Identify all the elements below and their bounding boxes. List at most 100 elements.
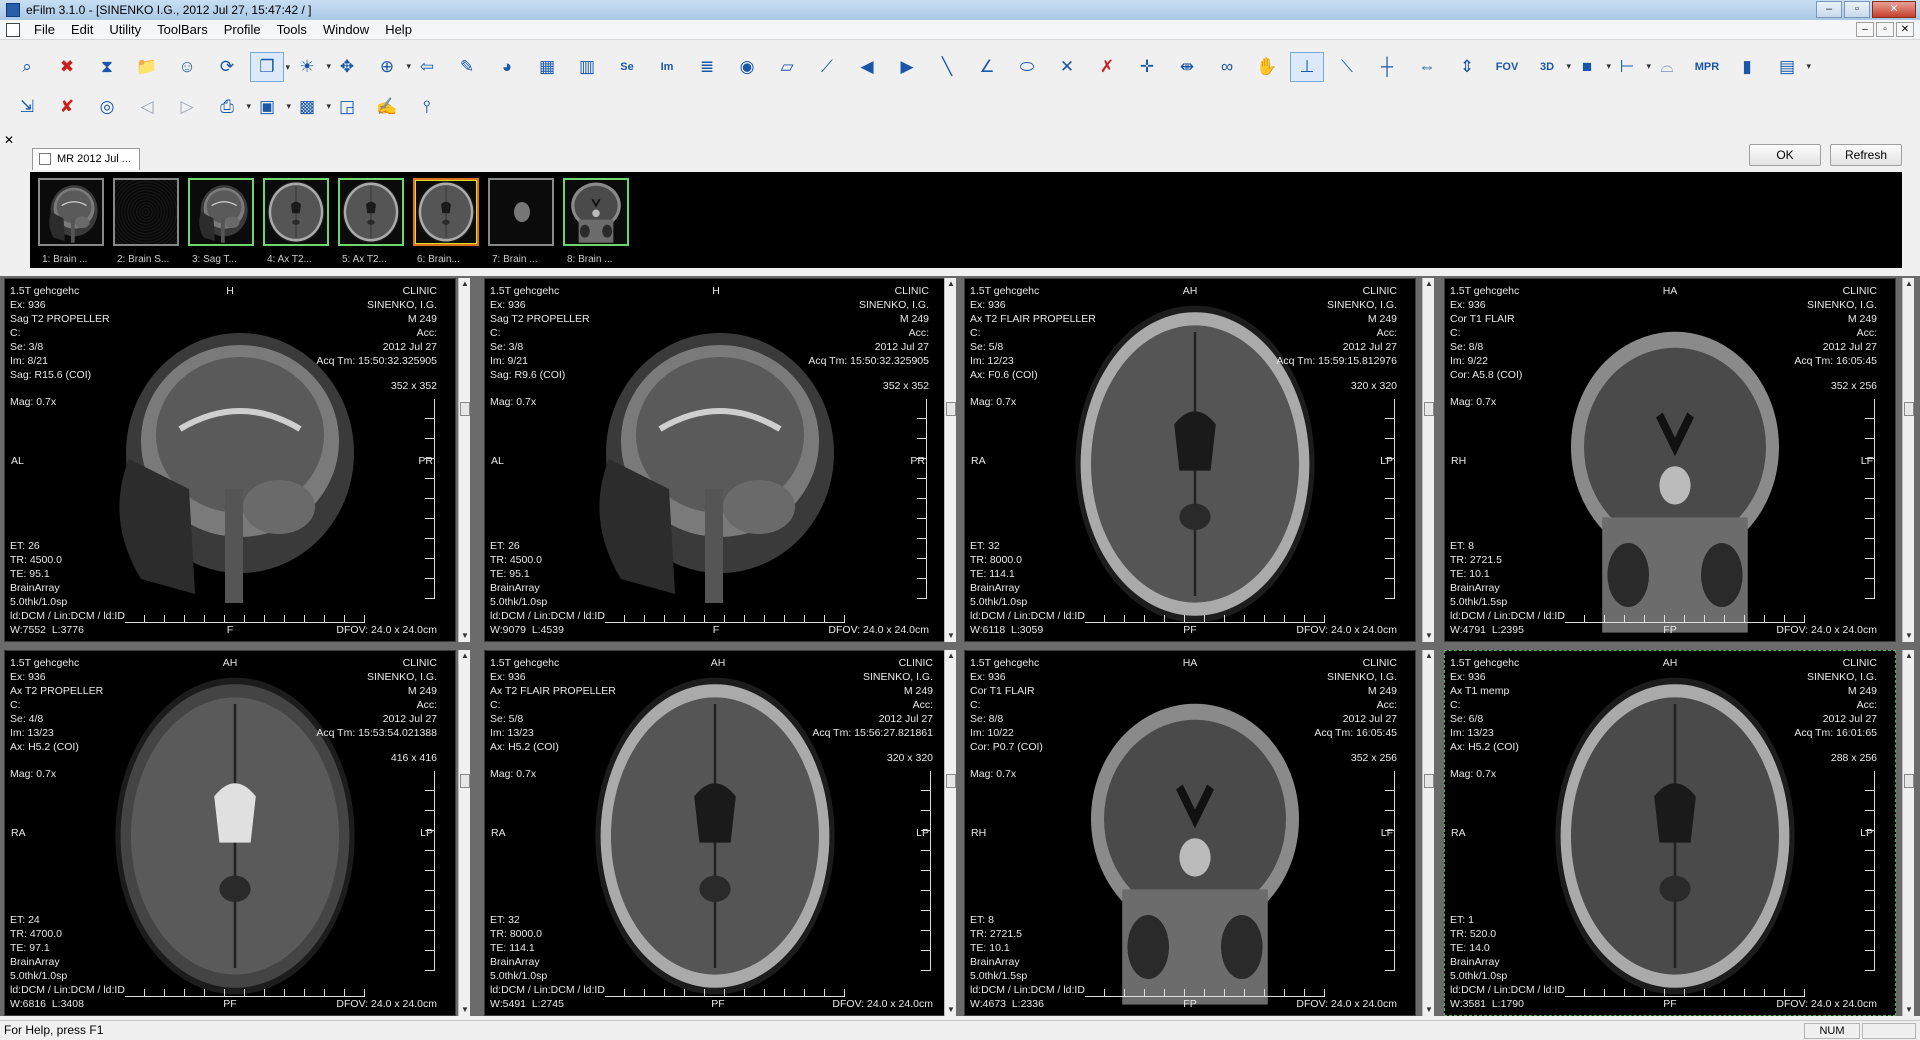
axis-button[interactable]: ⊥ (1290, 52, 1324, 82)
image-button[interactable]: Im (650, 52, 684, 82)
flip-h-button[interactable]: ⇔ (1410, 52, 1444, 82)
scroll-up-icon[interactable]: ▲ (1423, 650, 1435, 662)
mdi-restore-button[interactable]: ▫ (1876, 22, 1894, 37)
scroll-down-icon[interactable]: ▼ (459, 1004, 471, 1016)
back-button[interactable]: ⇦ (410, 52, 444, 82)
scroll-down-icon[interactable]: ▼ (945, 630, 957, 642)
measure-button[interactable]: ⟋ (810, 52, 844, 82)
eye-button[interactable]: ◉ (730, 52, 764, 82)
minimize-button[interactable]: – (1816, 1, 1842, 18)
menu-window[interactable]: Window (315, 20, 377, 40)
print-button[interactable]: ⎙ (210, 92, 251, 122)
close-button[interactable]: ✕ (1872, 1, 1916, 18)
scroll-thumb[interactable] (1904, 774, 1914, 788)
link-button[interactable]: ∞ (1210, 52, 1244, 82)
export-button[interactable]: ⇲ (10, 92, 44, 122)
scroll-up-icon[interactable]: ▲ (459, 650, 471, 662)
mpr-button[interactable]: MPR (1690, 52, 1724, 82)
sync-button[interactable]: ⇼ (1170, 52, 1204, 82)
zoom-button[interactable]: ⊕ (370, 52, 411, 82)
remove-button[interactable]: ✘ (50, 92, 84, 122)
patient-button[interactable]: ☺ (170, 52, 204, 82)
annotate-button[interactable]: ✍ (370, 92, 404, 122)
scroll-up-icon[interactable]: ▲ (459, 278, 471, 290)
series-thumbnail[interactable]: 8: Brain ... (559, 174, 631, 268)
series-thumbnail[interactable]: 7: Brain ... (484, 174, 556, 268)
scroll-up-icon[interactable]: ▲ (1903, 278, 1915, 290)
next-study-button[interactable]: ▶ (890, 52, 924, 82)
close-panel-icon[interactable]: ✕ (4, 133, 14, 147)
menu-help[interactable]: Help (377, 20, 420, 40)
notes-button[interactable]: ≣ (690, 52, 724, 82)
image-scrollbar[interactable]: ▲ ▼ (944, 650, 956, 1016)
image-viewport[interactable]: 1.5T gehcgehc Ex: 936 Ax T2 PROPELLER C:… (4, 650, 456, 1016)
series-thumbnail[interactable]: 4: Ax T2... (259, 174, 331, 268)
series-thumbnail[interactable]: 3: Sag T... (184, 174, 256, 268)
glasses-button[interactable]: ⌓ (1650, 52, 1684, 82)
menu-file[interactable]: File (26, 20, 63, 40)
refresh-button[interactable]: ⟳ (210, 52, 244, 82)
image-viewport[interactable]: 1.5T gehcgehc Ex: 936 Ax T1 memp C: Se: … (1444, 650, 1896, 1016)
mpr-line-button[interactable]: ⟍ (1330, 52, 1364, 82)
image-viewport[interactable]: 1.5T gehcgehc Ex: 936 Sag T2 PROPELLER C… (484, 278, 948, 642)
hand-button[interactable]: ✋ (1250, 52, 1284, 82)
palette-button[interactable]: ◕ (490, 52, 524, 82)
edit-button[interactable]: ✎ (450, 52, 484, 82)
image-scrollbar[interactable]: ▲ ▼ (458, 650, 470, 1016)
image-scrollbar[interactable]: ▲ ▼ (1422, 650, 1434, 1016)
histogram-button[interactable]: ▮ (1730, 52, 1764, 82)
mdi-minimize-button[interactable]: – (1856, 22, 1874, 37)
line-button[interactable]: ╲ (930, 52, 964, 82)
tile-button[interactable]: ▥ (570, 52, 604, 82)
cd-button[interactable]: ◎ (90, 92, 124, 122)
flip-v-button[interactable]: ⇕ (1450, 52, 1484, 82)
coords-button[interactable]: ⊢ (1610, 52, 1651, 82)
series-thumbnail[interactable]: 5: Ax T2... (334, 174, 406, 268)
scroll-down-icon[interactable]: ▼ (1903, 630, 1915, 642)
image-viewport[interactable]: 1.5T gehcgehc Ex: 936 Ax T2 FLAIR PROPEL… (484, 650, 952, 1016)
series-thumbnail[interactable]: 2: Brain S... (109, 174, 181, 268)
scroll-thumb[interactable] (1424, 774, 1434, 788)
erase-button[interactable]: ✗ (1090, 52, 1124, 82)
scroll-thumb[interactable] (1904, 402, 1914, 416)
series-button[interactable]: Se (610, 52, 644, 82)
menu-profile[interactable]: Profile (216, 20, 269, 40)
menu-tools[interactable]: Tools (269, 20, 315, 40)
image-scrollbar[interactable]: ▲ ▼ (944, 278, 956, 642)
probe-button[interactable]: ⫯ (410, 92, 444, 122)
cobb-button[interactable]: ✕ (1050, 52, 1084, 82)
series-thumbnail[interactable]: 6: Brain... (409, 174, 481, 268)
scroll-down-icon[interactable]: ▼ (1423, 1004, 1435, 1016)
scroll-thumb[interactable] (946, 402, 956, 416)
image-viewport[interactable]: 1.5T gehcgehc Ex: 936 Cor T1 FLAIR C: Se… (964, 650, 1416, 1016)
document-icon[interactable] (6, 22, 20, 37)
angle-button[interactable]: ∠ (970, 52, 1004, 82)
refresh-button[interactable]: Refresh (1830, 144, 1902, 166)
cross-ref-button[interactable]: ┼ (1370, 52, 1404, 82)
windows-button[interactable]: ❐ (250, 52, 290, 82)
scroll-up-icon[interactable]: ▲ (945, 278, 957, 290)
crosshair-button[interactable]: ✛ (1130, 52, 1164, 82)
3d-button[interactable]: 3D (1530, 52, 1571, 82)
study-tab[interactable]: MR 2012 Jul ... (32, 148, 140, 170)
color-map-button[interactable]: ▣ (250, 92, 291, 122)
pan-button[interactable]: ✥ (330, 52, 364, 82)
scroll-up-icon[interactable]: ▲ (1903, 650, 1915, 662)
ellipse-button[interactable]: ⬭ (1010, 52, 1044, 82)
scroll-thumb[interactable] (946, 774, 956, 788)
scroll-down-icon[interactable]: ▼ (945, 1004, 957, 1016)
report-button[interactable]: ▩ (290, 92, 331, 122)
scroll-up-icon[interactable]: ▲ (1423, 278, 1435, 290)
scroll-thumb[interactable] (460, 774, 470, 788)
scroll-down-icon[interactable]: ▼ (1903, 1004, 1915, 1016)
rotate-left-button[interactable]: ◁ (130, 92, 164, 122)
search-study-button[interactable]: ⌕ (10, 52, 44, 82)
film-button[interactable]: ▤ (1770, 52, 1811, 82)
rotate-right-button[interactable]: ▷ (170, 92, 204, 122)
image-scrollbar[interactable]: ▲ ▼ (1902, 650, 1914, 1016)
box-button[interactable]: ■ (1570, 52, 1611, 82)
image-scrollbar[interactable]: ▲ ▼ (458, 278, 470, 642)
image-scrollbar[interactable]: ▲ ▼ (1902, 278, 1914, 642)
scroll-up-icon[interactable]: ▲ (945, 650, 957, 662)
hourglass-button[interactable]: ⧗ (90, 52, 124, 82)
